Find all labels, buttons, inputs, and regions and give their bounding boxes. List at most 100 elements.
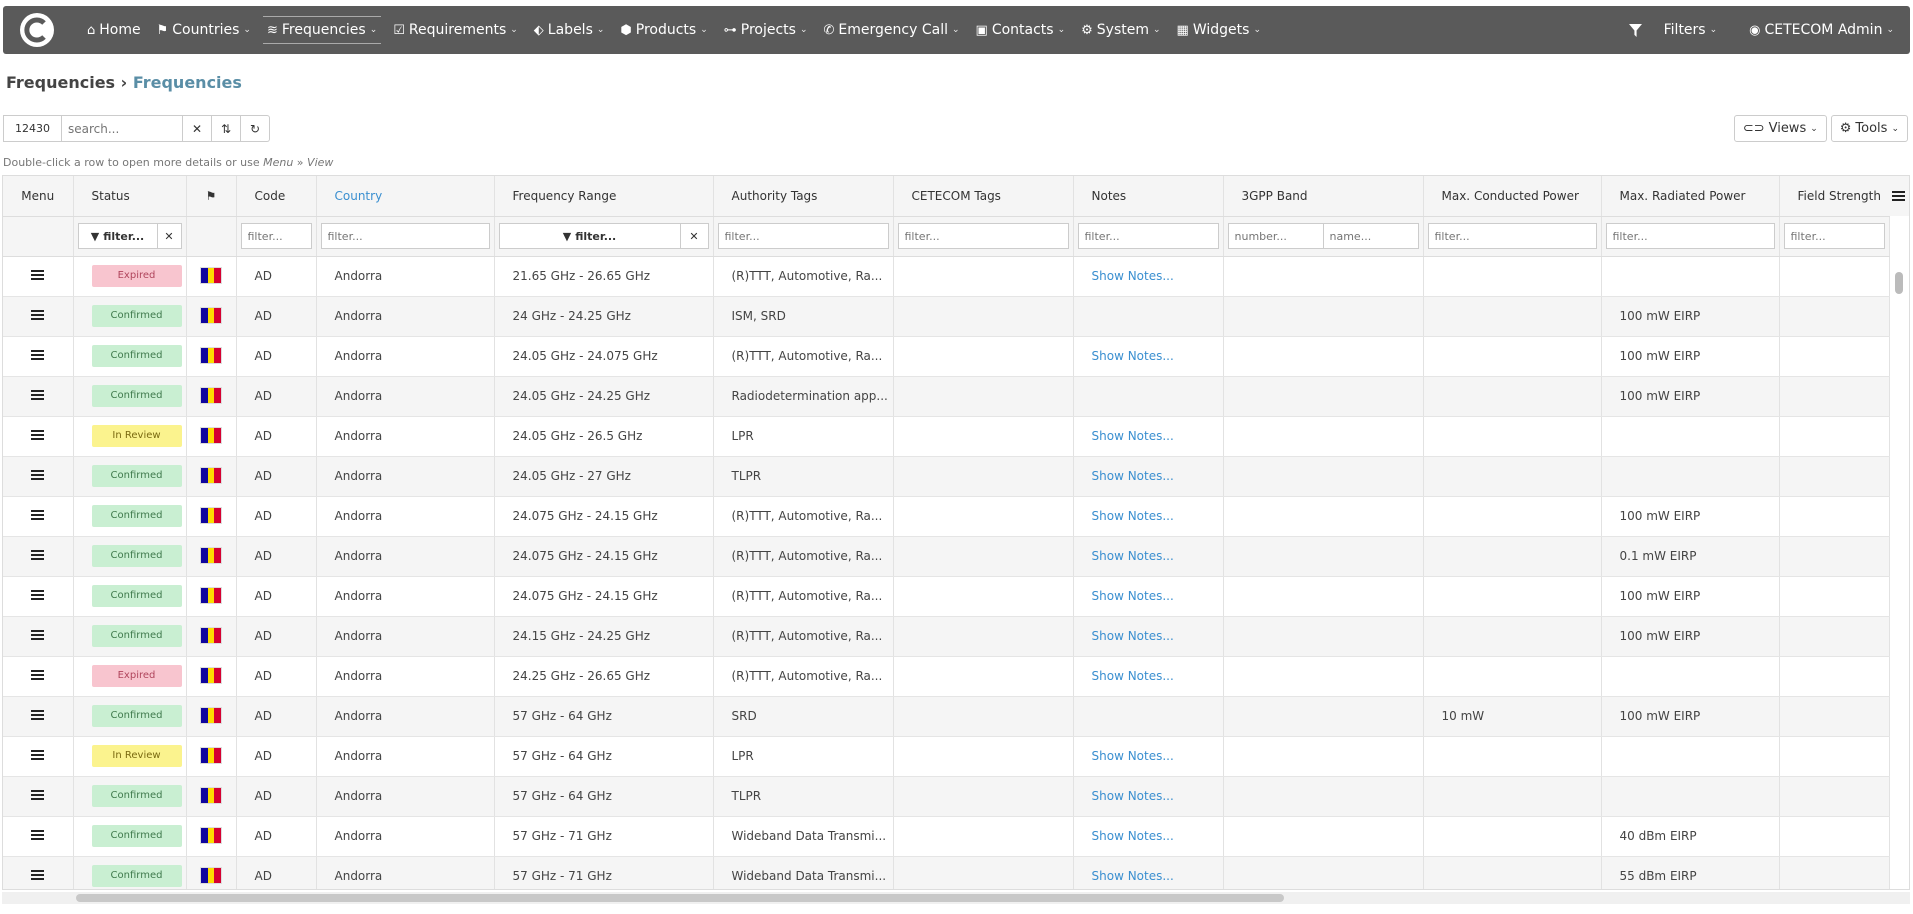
tools-button[interactable]: ⚙ Tools ⌄ <box>1830 115 1908 142</box>
notes-value[interactable]: Show Notes... <box>1092 509 1174 523</box>
table-row[interactable]: Confirmed AD Andorra 24.05 GHz - 24.075 GHz… <box>3 336 1890 377</box>
row-menu-icon[interactable] <box>31 428 45 442</box>
radiated-filter-input[interactable] <box>1605 223 1775 249</box>
notes-value[interactable]: Show Notes... <box>1092 629 1174 643</box>
row-menu-icon[interactable] <box>31 268 45 282</box>
status-filter-clear[interactable]: ✕ <box>157 223 182 249</box>
vertical-scrollbar[interactable] <box>1895 272 1903 294</box>
row-menu-icon[interactable] <box>31 508 45 522</box>
column-header-range[interactable]: Frequency Range <box>494 176 714 217</box>
nav-item-labels[interactable]: ⬖ Labels ⌄ <box>526 6 613 54</box>
status-filter-button[interactable]: ▼ filter... <box>77 223 158 249</box>
table-row[interactable]: Confirmed AD Andorra 24.15 GHz - 24.25 GHz (… <box>3 616 1890 657</box>
table-row[interactable]: In Review AD Andorra 57 GHz - 64 GHz LPR Show… <box>3 736 1890 777</box>
notes-value[interactable]: Show Notes... <box>1092 549 1174 563</box>
table-row[interactable]: Confirmed AD Andorra 57 GHz - 71 GHz Wideban… <box>3 816 1890 857</box>
field-filter-input[interactable] <box>1783 223 1885 249</box>
column-header-status[interactable]: Status <box>73 176 187 217</box>
notes-value[interactable]: Show Notes... <box>1092 429 1174 443</box>
notes-value[interactable]: Show Notes... <box>1092 349 1174 363</box>
search-input[interactable] <box>62 115 183 142</box>
field-cell <box>1779 856 1890 889</box>
table-row[interactable]: Expired AD Andorra 24.25 GHz - 26.65 GHz (R)… <box>3 656 1890 697</box>
row-menu-icon[interactable] <box>31 308 45 322</box>
filter-icon[interactable] <box>1621 6 1656 54</box>
nav-item-projects[interactable]: ⊶ Projects ⌄ <box>716 6 816 54</box>
column-header-menu[interactable]: Menu <box>3 176 74 217</box>
column-header-conducted[interactable]: Max. Conducted Power <box>1423 176 1602 217</box>
column-menu-button[interactable] <box>1888 176 1909 216</box>
row-menu-icon[interactable] <box>31 668 45 682</box>
table-row[interactable]: Confirmed AD Andorra 24.05 GHz - 24.25 GHz R… <box>3 376 1890 417</box>
notes-value[interactable]: Show Notes... <box>1092 829 1174 843</box>
row-menu-icon[interactable] <box>31 348 45 362</box>
app-logo[interactable] <box>17 10 57 50</box>
authority-filter-input[interactable] <box>717 223 889 249</box>
refresh-button[interactable]: ↻ <box>241 115 270 142</box>
table-row[interactable]: Confirmed AD Andorra 24.075 GHz - 24.15 GHz… <box>3 496 1890 537</box>
table-row[interactable]: Confirmed AD Andorra 24.05 GHz - 27 GHz TLPR… <box>3 456 1890 497</box>
table-row[interactable]: Confirmed AD Andorra 24.075 GHz - 24.15 GHz… <box>3 536 1890 577</box>
column-header-authority[interactable]: Authority Tags <box>713 176 894 217</box>
row-menu-icon[interactable] <box>31 748 45 762</box>
row-menu-icon[interactable] <box>31 708 45 722</box>
code-filter-input[interactable] <box>240 223 312 249</box>
table-row[interactable]: Confirmed AD Andorra 57 GHz - 64 GHz TLPR Sho… <box>3 776 1890 817</box>
horizontal-scrollbar[interactable] <box>76 894 1284 902</box>
radiated-value: 100 mW EIRP <box>1619 589 1701 603</box>
column-header-code[interactable]: Code <box>236 176 317 217</box>
column-header-radiated[interactable]: Max. Radiated Power <box>1601 176 1780 217</box>
notes-value[interactable]: Show Notes... <box>1092 789 1174 803</box>
notes-value[interactable]: Show Notes... <box>1092 869 1174 883</box>
column-header-field[interactable]: Field Strength <box>1779 176 1890 217</box>
user-menu[interactable]: ◉ CETECOM Admin ⌄ <box>1741 6 1910 54</box>
notes-filter-input[interactable] <box>1077 223 1219 249</box>
row-menu-icon[interactable] <box>31 868 45 882</box>
row-menu-icon[interactable] <box>31 588 45 602</box>
nav-item-emergency-call[interactable]: ✆ Emergency Call ⌄ <box>816 6 968 54</box>
table-row[interactable]: Confirmed AD Andorra 24.075 GHz - 24.15 GHz… <box>3 576 1890 617</box>
country-filter-cell <box>316 216 495 257</box>
nav-item-countries[interactable]: ⚑ Countries ⌄ <box>149 6 259 54</box>
band-name-filter-input[interactable] <box>1323 223 1419 249</box>
notes-value[interactable]: Show Notes... <box>1092 269 1174 283</box>
nav-item-products[interactable]: ⬢ Products ⌄ <box>612 6 715 54</box>
clear-search-button[interactable]: ✕ <box>183 115 212 142</box>
breadcrumb-parent[interactable]: Frequencies <box>6 73 115 92</box>
column-header-band[interactable]: 3GPP Band <box>1223 176 1424 217</box>
range-filter-clear[interactable]: ✕ <box>680 223 709 249</box>
nav-item-requirements[interactable]: ☑ Requirements ⌄ <box>385 6 526 54</box>
column-header-flag[interactable]: ⚑ <box>186 176 237 217</box>
conducted-filter-input[interactable] <box>1427 223 1597 249</box>
nav-item-frequencies[interactable]: ≋ Frequencies ⌄ <box>259 6 385 54</box>
views-button[interactable]: ⊂⊃ Views ⌄ <box>1733 115 1827 142</box>
table-row[interactable]: Expired AD Andorra 21.65 GHz - 26.65 GHz (R)… <box>3 256 1890 297</box>
table-row[interactable]: Confirmed AD Andorra 57 GHz - 71 GHz Wideban… <box>3 856 1890 889</box>
band-number-filter-input[interactable] <box>1227 223 1324 249</box>
row-menu-icon[interactable] <box>31 388 45 402</box>
notes-value[interactable]: Show Notes... <box>1092 669 1174 683</box>
notes-value[interactable]: Show Notes... <box>1092 749 1174 763</box>
row-menu-icon[interactable] <box>31 468 45 482</box>
nav-item-contacts[interactable]: ▣ Contacts ⌄ <box>968 6 1074 54</box>
notes-value[interactable]: Show Notes... <box>1092 589 1174 603</box>
column-header-cetecom[interactable]: CETECOM Tags <box>893 176 1074 217</box>
column-header-notes[interactable]: Notes <box>1073 176 1224 217</box>
nav-item-widgets[interactable]: ▦ Widgets ⌄ <box>1169 6 1269 54</box>
notes-value[interactable]: Show Notes... <box>1092 469 1174 483</box>
nav-item-system[interactable]: ⚙ System ⌄ <box>1073 6 1168 54</box>
table-row[interactable]: Confirmed AD Andorra 24 GHz - 24.25 GHz ISM,… <box>3 296 1890 337</box>
country-filter-input[interactable] <box>320 223 490 249</box>
cetecom-filter-input[interactable] <box>897 223 1069 249</box>
table-row[interactable]: In Review AD Andorra 24.05 GHz - 26.5 GHz LP… <box>3 416 1890 457</box>
row-menu-icon[interactable] <box>31 828 45 842</box>
filters-menu[interactable]: Filters ⌄ <box>1656 6 1742 54</box>
row-menu-icon[interactable] <box>31 788 45 802</box>
column-header-country[interactable]: Country <box>316 176 495 217</box>
table-row[interactable]: Confirmed AD Andorra 57 GHz - 64 GHz SRD 10 m… <box>3 696 1890 737</box>
row-menu-icon[interactable] <box>31 628 45 642</box>
range-filter-button[interactable]: ▼ filter... <box>498 223 681 249</box>
nav-item-home[interactable]: ⌂ Home <box>79 6 149 54</box>
row-menu-icon[interactable] <box>31 548 45 562</box>
sort-button[interactable]: ⇅ <box>212 115 241 142</box>
